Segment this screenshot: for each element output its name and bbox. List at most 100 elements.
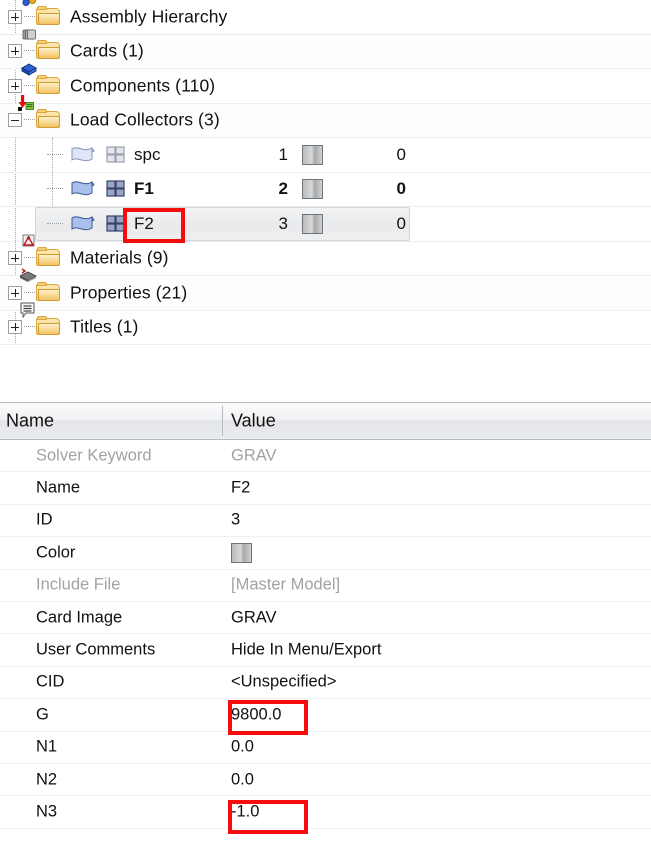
folder-titles-icon <box>20 302 62 338</box>
color-swatch[interactable] <box>302 179 323 200</box>
property-name: User Comments <box>36 640 156 659</box>
expand-icon[interactable] <box>8 44 22 59</box>
property-value[interactable]: GRAV <box>231 608 277 627</box>
property-value: GRAV <box>231 446 277 465</box>
folder-assembly-icon <box>22 0 62 28</box>
table-row[interactable]: Name F2 <box>0 472 651 505</box>
table-header-row: Name Value <box>0 402 651 440</box>
table-row[interactable]: Color <box>0 537 651 570</box>
load-collector-icon <box>70 179 98 199</box>
collapse-icon[interactable] <box>8 113 22 128</box>
window-grid-icon <box>105 179 127 199</box>
expand-icon[interactable] <box>8 285 22 300</box>
property-value[interactable]: Hide In Menu/Export <box>231 641 381 660</box>
property-name: Include File <box>36 575 121 594</box>
folder-materials-icon <box>22 234 62 269</box>
tree-child-f1[interactable]: F1 2 0 <box>0 173 651 207</box>
tree-connector <box>47 222 63 225</box>
folder-components-icon <box>21 63 62 97</box>
expand-icon[interactable] <box>8 320 22 335</box>
annotation-box-f2 <box>123 208 185 243</box>
tree-child-spc[interactable]: spc 1 0 <box>0 138 651 173</box>
property-value: [Master Model] <box>231 575 341 594</box>
tree-node-assembly-hierarchy[interactable]: Assembly Hierarchy <box>0 0 651 35</box>
table-row[interactable]: G 9800.0 <box>0 699 651 732</box>
folder-properties-icon <box>20 268 62 304</box>
tree-connector <box>24 291 35 294</box>
tree-child-count: 0 <box>396 144 406 164</box>
tree-child-count: 0 <box>396 179 406 199</box>
expand-icon[interactable] <box>8 9 22 24</box>
folder-loadcollectors-icon <box>18 95 62 131</box>
model-browser-tree[interactable]: Assembly Hierarchy Cards (1) Components … <box>0 0 651 345</box>
table-row[interactable]: Card Image GRAV <box>0 602 651 635</box>
tree-node-cards[interactable]: Cards (1) <box>0 29 651 69</box>
color-swatch[interactable] <box>231 542 252 563</box>
tree-connector <box>24 50 35 52</box>
property-value[interactable]: 0.0 <box>231 770 254 789</box>
tree-connector <box>24 257 35 259</box>
expand-icon[interactable] <box>8 78 22 93</box>
property-value[interactable]: 0.0 <box>231 738 254 757</box>
tree-child-label: spc <box>134 144 161 164</box>
load-collector-icon <box>70 214 98 234</box>
tree-child-label: F1 <box>134 179 154 199</box>
tree-node-properties[interactable]: Properties (21) <box>0 268 651 311</box>
tree-connector <box>24 119 35 121</box>
color-swatch[interactable] <box>302 144 323 165</box>
tree-node-titles[interactable]: Titles (1) <box>0 302 651 345</box>
property-name: Solver Keyword <box>36 446 152 465</box>
tree-connector <box>24 84 35 87</box>
tree-node-label: Components (110) <box>70 75 216 96</box>
tree-child-f2[interactable]: F2 3 0 <box>0 207 651 242</box>
tree-child-id: 3 <box>278 213 288 233</box>
annotation-box-g-value <box>228 700 308 735</box>
property-name: Name <box>36 478 81 497</box>
folder-cards-icon <box>22 29 62 62</box>
tree-node-label: Load Collectors (3) <box>70 109 220 130</box>
table-row[interactable]: User Comments Hide In Menu/Export <box>0 634 651 667</box>
annotation-box-n3-value <box>228 800 308 834</box>
expand-icon[interactable] <box>8 251 22 266</box>
tree-node-label: Properties (21) <box>70 282 188 303</box>
table-row[interactable]: Solver Keyword GRAV <box>0 440 651 473</box>
panel-splitter[interactable] <box>0 345 651 744</box>
property-value[interactable]: <Unspecified> <box>231 673 337 692</box>
tree-child-id: 2 <box>278 179 288 199</box>
property-name: G <box>36 705 49 724</box>
table-row[interactable]: N3 -1.0 <box>0 796 651 829</box>
tree-connector <box>47 153 63 156</box>
property-name: N2 <box>36 770 58 789</box>
window-grid-icon <box>105 145 127 165</box>
property-value[interactable]: F2 <box>231 479 250 498</box>
column-header-name[interactable]: Name <box>6 411 54 432</box>
tree-node-label: Materials (9) <box>70 247 169 268</box>
column-resize-handle[interactable] <box>222 406 223 436</box>
tree-connector <box>47 188 63 190</box>
property-name: Color <box>36 543 76 562</box>
tree-node-components[interactable]: Components (110) <box>0 63 651 104</box>
entity-editor-panel[interactable]: Name Value Solver Keyword GRAV Name F2 I… <box>0 402 651 848</box>
property-name: N1 <box>36 737 58 756</box>
load-collector-icon <box>70 145 98 165</box>
property-name: Card Image <box>36 608 123 627</box>
table-row[interactable]: N2 0.0 <box>0 764 651 797</box>
table-row[interactable]: ID 3 <box>0 505 651 538</box>
property-value[interactable]: 3 <box>231 511 240 530</box>
tree-node-label: Titles (1) <box>70 316 139 337</box>
tree-child-count: 0 <box>396 213 406 233</box>
tree-child-id: 1 <box>278 144 288 164</box>
color-swatch[interactable] <box>302 213 323 234</box>
table-row[interactable]: N1 0.0 <box>0 732 651 764</box>
table-row[interactable]: Include File [Master Model] <box>0 570 651 602</box>
tree-connector <box>24 15 35 18</box>
tree-node-label: Cards (1) <box>70 40 144 61</box>
property-name: CID <box>36 672 65 691</box>
tree-node-label: Assembly Hierarchy <box>70 6 228 27</box>
tree-node-materials[interactable]: Materials (9) <box>0 234 651 276</box>
table-row[interactable]: CID <Unspecified> <box>0 667 651 700</box>
tree-node-load-collectors[interactable]: Load Collectors (3) <box>0 95 651 138</box>
tree-connector <box>24 326 35 328</box>
column-header-value[interactable]: Value <box>231 411 276 432</box>
property-name: ID <box>36 510 53 529</box>
